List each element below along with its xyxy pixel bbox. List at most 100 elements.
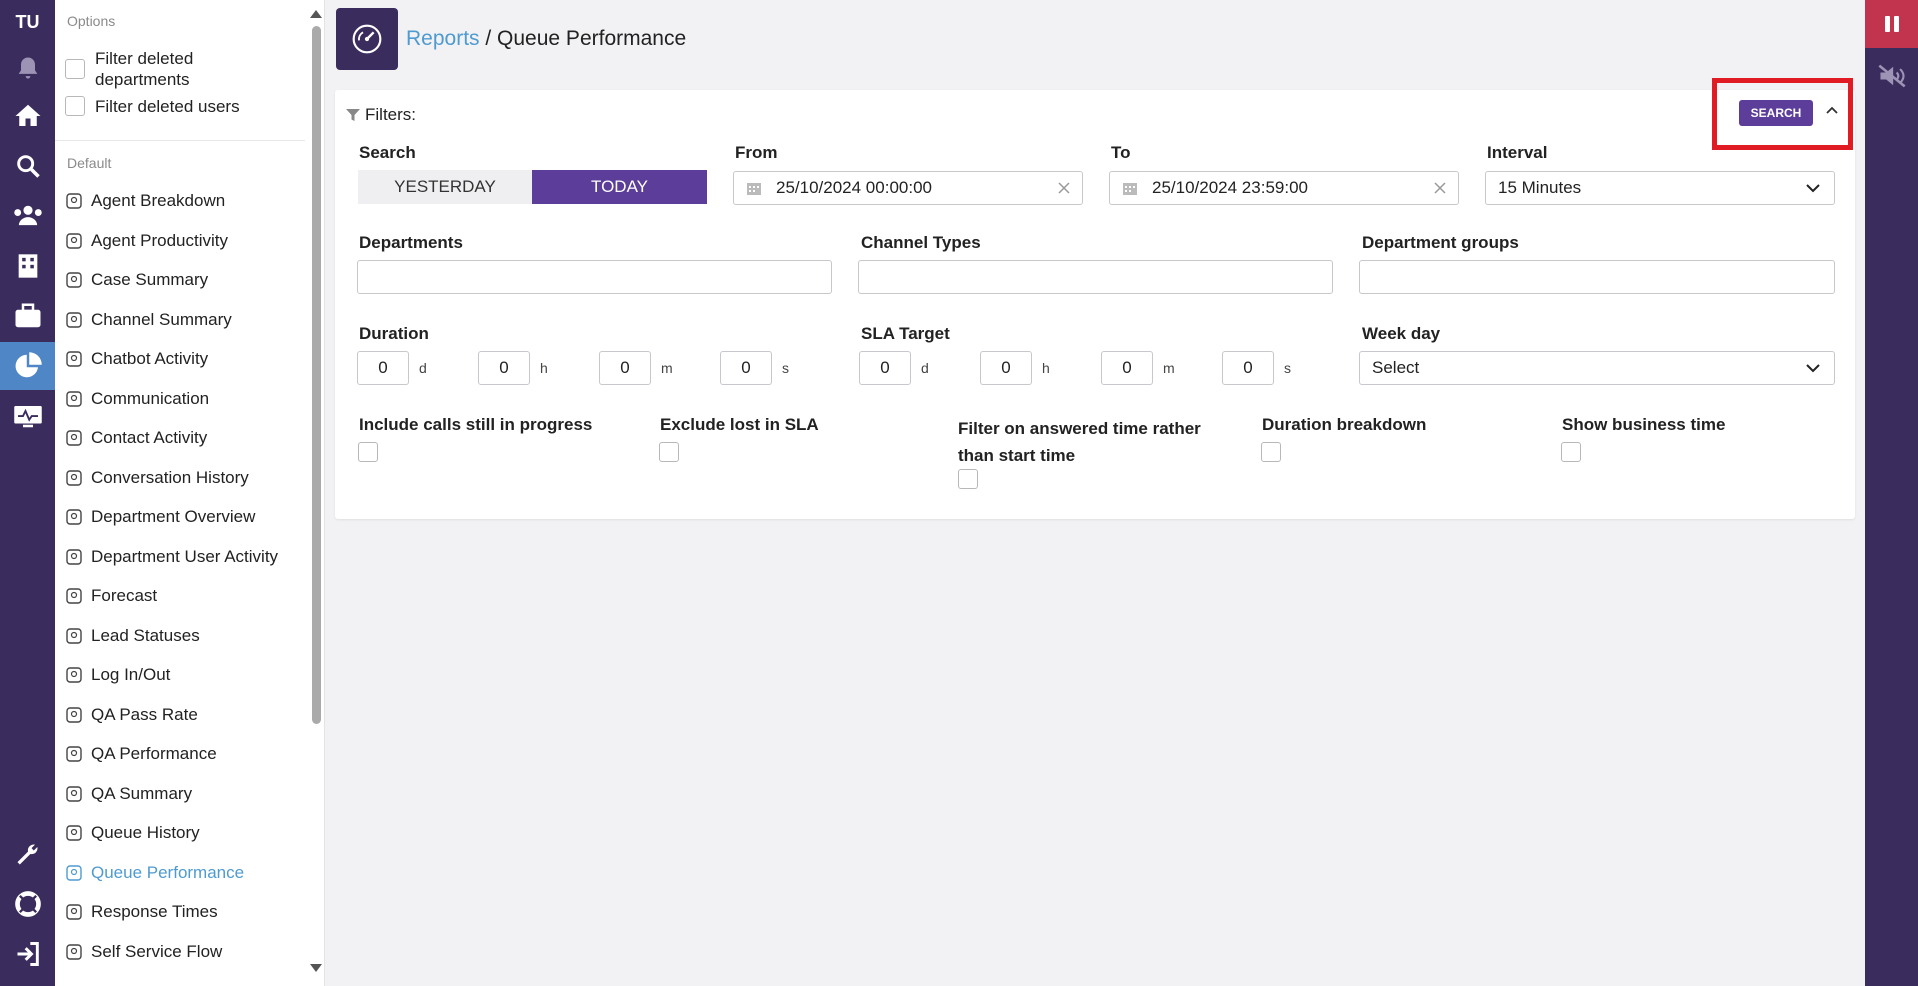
duration-unit-label: m [661,360,673,376]
sidebar-item[interactable]: Contact Activity [63,423,207,453]
show-business-time-label: Show business time [1562,415,1726,434]
duration-d-input[interactable]: 0 [357,351,409,385]
to-date-field[interactable]: 25/10/2024 23:59:00 [1109,171,1459,205]
list-status-icon [63,625,85,647]
sidebar-item[interactable]: Log In/Out [63,660,170,690]
history-icon [63,467,85,489]
filters-panel: Filters: SEARCH Search YESTERDAY TODAY F… [335,90,1855,519]
sidebar-item-label: Department Overview [91,507,256,526]
lifebuoy-icon[interactable] [0,880,55,928]
to-label: To [1111,143,1131,162]
sidebar-item[interactable]: Department Overview [63,502,255,532]
from-label: From [735,143,778,162]
wrench-icon[interactable] [0,830,55,878]
duration-unit-label: d [419,360,427,376]
sidebar-item[interactable]: QA Summary [63,779,192,809]
user-breakdown-icon [63,190,85,212]
sidebar-item[interactable]: Chatbot Activity [63,344,208,374]
clear-icon [1058,182,1070,194]
breadcrumb-reports-link[interactable]: Reports [406,27,480,50]
sidebar-item[interactable]: Response Times [63,897,218,927]
default-heading: Default [67,155,112,171]
sidebar-item[interactable]: Agent Breakdown [63,186,225,216]
checkbox[interactable] [65,59,85,79]
today-button[interactable]: TODAY [532,170,707,204]
brand-logo[interactable]: TU [0,12,55,33]
interval-label: Interval [1487,143,1548,162]
sidebar-item-label: QA Summary [91,784,193,803]
sidebar-item[interactable]: Channel Summary [63,305,232,335]
sidebar-item[interactable]: QA Performance [63,739,217,769]
include-calls-checkbox[interactable] [358,442,378,462]
duration-h-input[interactable]: 0 [478,351,530,385]
mute-icon[interactable] [1865,56,1918,96]
stopwatch-icon [63,901,85,923]
bell-icon[interactable] [0,44,55,92]
sla-m-input[interactable]: 0 [1101,351,1153,385]
interval-select[interactable]: 15 Minutes [1485,171,1835,205]
left-rail: TU [0,0,55,986]
sidebar-item[interactable]: Lead Statuses [63,621,200,651]
building-icon[interactable] [0,242,55,290]
scroll-down-arrow[interactable] [310,964,322,972]
breadcrumb-separator: / [479,27,498,50]
sidebar-item-label: Chatbot Activity [91,349,209,368]
interval-value: 15 Minutes [1498,178,1582,197]
filter-deleted-departments-label: Filter deleted departments [95,49,194,89]
checkbox[interactable] [65,96,85,116]
calendar-icon [1123,183,1137,195]
filter-answered-checkbox[interactable] [958,469,978,489]
show-business-time-checkbox[interactable] [1561,442,1581,462]
sidebar-item[interactable]: Self Service Flow [63,937,222,967]
duration-breakdown-checkbox[interactable] [1261,442,1281,462]
pie-chart-icon[interactable] [0,342,55,390]
filter-deleted-users[interactable]: Filter deleted users [65,96,240,117]
scroll-up-arrow[interactable] [310,10,322,18]
sidebar-item[interactable]: Department User Activity [63,542,278,572]
sla-s-input[interactable]: 0 [1222,351,1274,385]
sidebar-item[interactable]: Queue History [63,818,200,848]
duration-m-input[interactable]: 0 [599,351,651,385]
sidebar-item-label: Agent Breakdown [91,191,226,210]
sla-target-label: SLA Target [861,324,950,343]
sidebar-item[interactable]: Communication [63,384,209,414]
filter-deleted-departments[interactable]: Filter deleted departments [65,48,225,90]
from-date-field[interactable]: 25/10/2024 00:00:00 [733,171,1083,205]
sidebar-item-label: Communication [91,389,210,408]
filters-heading[interactable]: Filters: [345,105,416,125]
channel-types-input[interactable] [858,260,1333,294]
sidebar-item-label: Forecast [91,586,158,605]
yesterday-button[interactable]: YESTERDAY [358,170,532,204]
users-icon[interactable] [0,192,55,240]
sla-unit-label: h [1042,360,1050,376]
exclude-lost-checkbox[interactable] [659,442,679,462]
duration-s-input[interactable]: 0 [720,351,772,385]
departments-label: Departments [359,233,463,252]
sla-d-input[interactable]: 0 [859,351,911,385]
sidebar-item[interactable]: Agent Productivity [63,226,228,256]
monitor-icon[interactable] [0,392,55,440]
search-icon[interactable] [0,142,55,190]
department-groups-input[interactable] [1359,260,1835,294]
doc-check-icon [63,704,85,726]
group-icon [63,388,85,410]
week-day-select[interactable]: Select [1359,351,1835,385]
logout-icon[interactable] [0,930,55,978]
sidebar-item[interactable]: Queue Performance [63,858,244,888]
week-day-label: Week day [1362,324,1441,343]
sidebar-item[interactable]: Forecast [63,581,157,611]
contact-card-icon [63,427,85,449]
sidebar-item-label: QA Performance [91,744,217,763]
briefcase-icon [63,269,85,291]
sidebar-item[interactable]: QA Pass Rate [63,700,198,730]
sla-h-input[interactable]: 0 [980,351,1032,385]
sidebar-item[interactable]: Conversation History [63,463,249,493]
briefcase-icon[interactable] [0,292,55,340]
home-icon[interactable] [0,92,55,140]
page-title: Queue Performance [497,27,687,50]
sidebar-item[interactable]: Case Summary [63,265,208,295]
sidebar-item-label: Contact Activity [91,428,208,447]
departments-input[interactable] [357,260,832,294]
scrollbar-thumb[interactable] [312,26,321,724]
pause-icon[interactable] [1865,0,1918,48]
